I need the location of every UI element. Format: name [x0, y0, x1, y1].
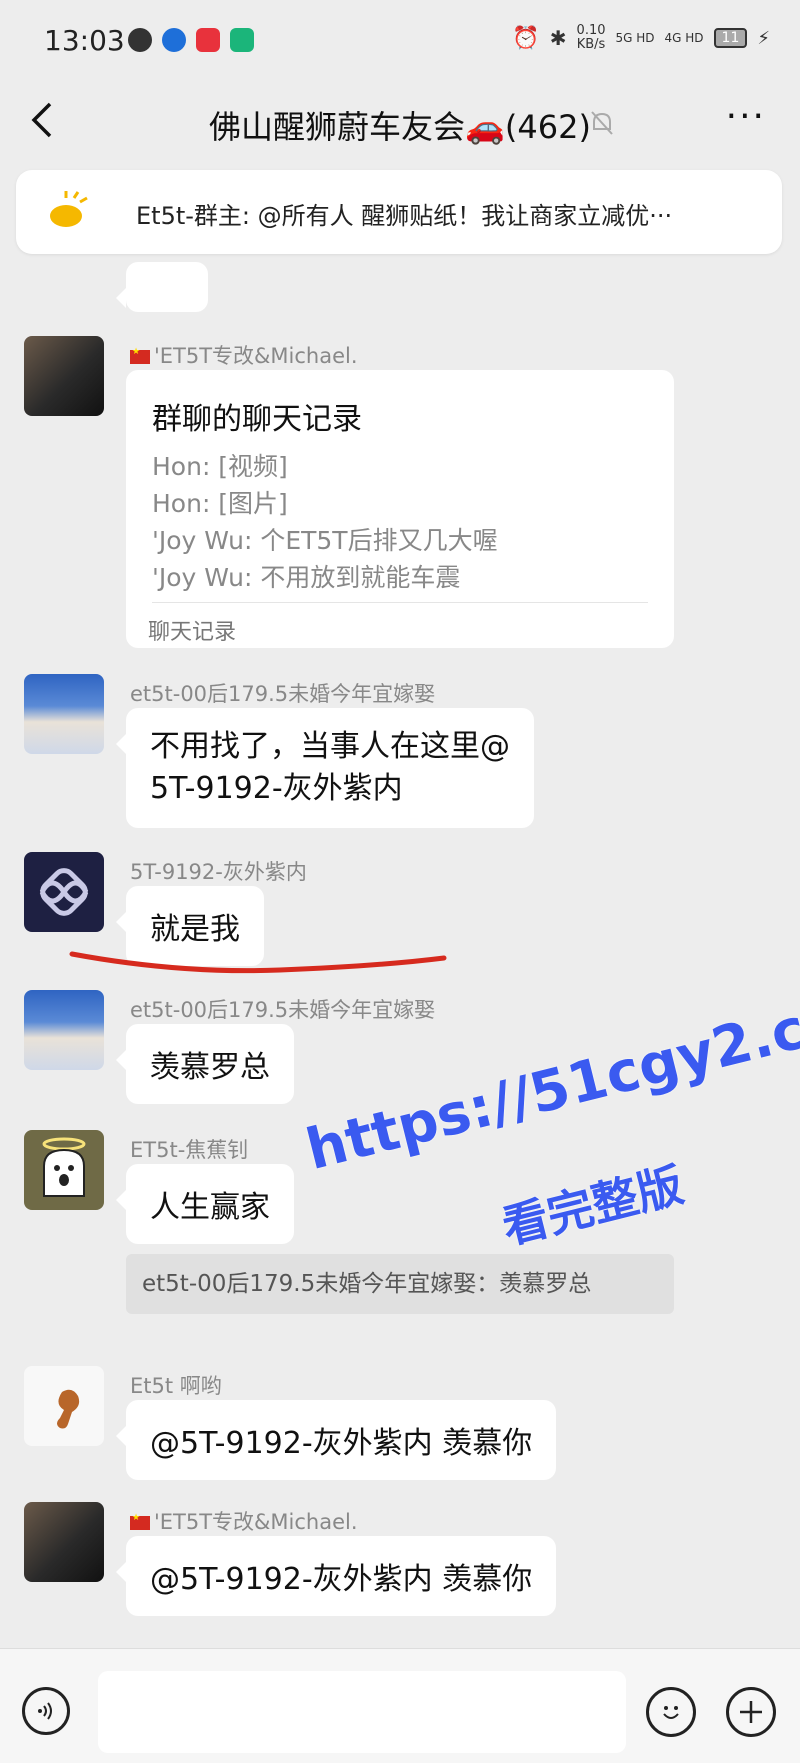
avatar[interactable] — [24, 1366, 104, 1446]
card-line: Hon: [图片] — [152, 489, 288, 518]
status-right: ⏰ ✱ 0.10 KB/s 5G HD 4G HD 11 ⚡ — [512, 24, 770, 52]
card-line: 'Joy Wu: 个ET5T后排又几大喔 — [152, 526, 498, 555]
message-bubble[interactable]: @5T-9192-灰外紫内 羡慕你 — [115, 1536, 557, 1616]
sender-name: et5t-00后179.5未婚今年宜嫁娶 — [130, 682, 436, 706]
cloud-icon — [128, 28, 152, 52]
signal-5g: 5G HD — [615, 31, 655, 45]
net-speed: 0.10 KB/s — [576, 23, 606, 52]
app-red-icon — [196, 28, 220, 52]
message-bubble[interactable]: 不用找了，当事人在这里@ 5T-9192-灰外紫内 — [116, 708, 534, 828]
avatar[interactable] — [24, 1130, 104, 1210]
card-lines: Hon: [视频] Hon: [图片] 'Joy Wu: 个ET5T后排又几大喔… — [152, 448, 498, 596]
card-title: 群聊的聊天记录 — [152, 402, 362, 437]
sender-name: et5t-00后179.5未婚今年宜嫁娶 — [130, 998, 436, 1022]
avatar[interactable] — [24, 852, 104, 932]
announcement-text: Et5t-群主: @所有人 醒狮贴纸！我让商家立减优··· — [136, 202, 673, 230]
app-green-icon — [230, 28, 254, 52]
app-blue-icon — [162, 28, 186, 52]
card-footer: 聊天记录 — [148, 620, 237, 645]
chat-record-card[interactable]: 群聊的聊天记录 Hon: [视频] Hon: [图片] 'Joy Wu: 个ET… — [126, 370, 674, 648]
group-announcement[interactable]: Et5t-群主: @所有人 醒狮贴纸！我让商家立减优··· — [16, 170, 782, 254]
message-bubble[interactable]: @5T-9192-灰外紫内 羡慕你 — [115, 1400, 557, 1480]
nav-bar: 佛山醒狮蔚车友会🚗(462) ··· — [0, 84, 800, 160]
message-bubble[interactable]: 羡慕罗总 — [116, 1024, 294, 1104]
sender-name: 5T-9192-灰外紫内 — [130, 860, 307, 884]
card-line: Hon: [视频] — [152, 452, 288, 481]
announcement-icon — [46, 190, 90, 230]
watermark-text: 看完整版 — [496, 1157, 689, 1255]
sender-name: 'ET5T专改&Michael. — [130, 340, 358, 370]
plus-icon[interactable] — [726, 1687, 776, 1737]
avatar[interactable] — [24, 336, 104, 416]
status-app-icons — [128, 28, 254, 52]
emoji-icon[interactable] — [646, 1687, 696, 1737]
message-bubble[interactable]: 人生赢家 — [116, 1164, 294, 1244]
status-bar: 13:03 ⏰ ✱ 0.10 KB/s 5G HD 4G HD 11 ⚡ — [0, 0, 800, 84]
signal-4g: 4G HD — [664, 31, 704, 45]
watermark: https://51cgy2.com 看完整版 — [300, 973, 800, 1254]
quoted-reply[interactable]: et5t-00后179.5未婚今年宜嫁娶：羡慕罗总 — [126, 1254, 674, 1314]
more-dots-icon[interactable]: ··· — [726, 96, 766, 137]
red-underline-annotation — [69, 951, 447, 974]
avatar[interactable] — [24, 674, 104, 754]
sender-name: Et5t 啊哟 — [130, 1374, 222, 1398]
avatar[interactable] — [24, 990, 104, 1070]
china-flag-icon — [130, 1513, 150, 1530]
avatar[interactable] — [24, 1502, 104, 1582]
sender-name: ET5t-焦蕉钊 — [130, 1138, 249, 1162]
alarm-icon: ⏰ — [512, 25, 540, 51]
china-flag-icon — [130, 347, 150, 364]
charging-icon: ⚡ — [757, 27, 770, 49]
battery-icon: 11 — [713, 28, 748, 48]
status-time: 13:03 — [44, 24, 125, 57]
partial-bubble — [116, 262, 208, 312]
card-divider — [152, 602, 648, 603]
sender-name: 'ET5T专改&Michael. — [130, 1506, 358, 1536]
bell-off-icon — [590, 110, 614, 142]
chat-title: 佛山醒狮蔚车友会🚗(462) — [209, 108, 591, 146]
bluetooth-icon: ✱ — [549, 26, 567, 50]
voice-icon[interactable] — [22, 1687, 70, 1735]
message-input[interactable] — [98, 1671, 626, 1753]
card-line: 'Joy Wu: 不用放到就能车震 — [152, 563, 461, 592]
input-bar — [0, 1648, 800, 1763]
